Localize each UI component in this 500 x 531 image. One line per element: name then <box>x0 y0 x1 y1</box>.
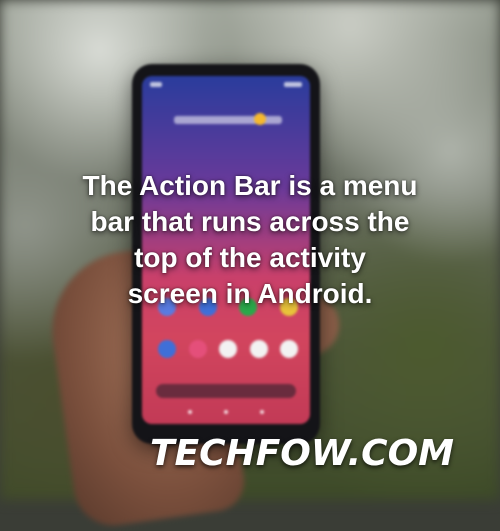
brand-watermark: TECHFOW.COM <box>150 433 454 474</box>
status-bar-icons <box>284 82 302 87</box>
caption-text: The Action Bar is a menu bar that runs a… <box>40 168 460 312</box>
nav-home-icon <box>224 410 228 414</box>
camera-icon <box>280 340 298 358</box>
caption-line: bar that runs across the <box>90 206 410 237</box>
caption-line: screen in Android. <box>127 278 373 309</box>
phone-app-icon <box>158 340 176 358</box>
app-row-2 <box>158 340 298 358</box>
chrome-icon <box>249 340 268 358</box>
caption-line: top of the activity <box>134 242 366 273</box>
status-bar-time <box>150 82 162 87</box>
nav-recents-icon <box>260 410 264 414</box>
nav-back-icon <box>188 410 192 414</box>
sun-icon <box>254 113 266 125</box>
search-bar <box>156 384 296 398</box>
app-icon <box>188 340 207 358</box>
play-store-icon <box>219 340 237 358</box>
caption-line: The Action Bar is a menu <box>82 170 418 201</box>
